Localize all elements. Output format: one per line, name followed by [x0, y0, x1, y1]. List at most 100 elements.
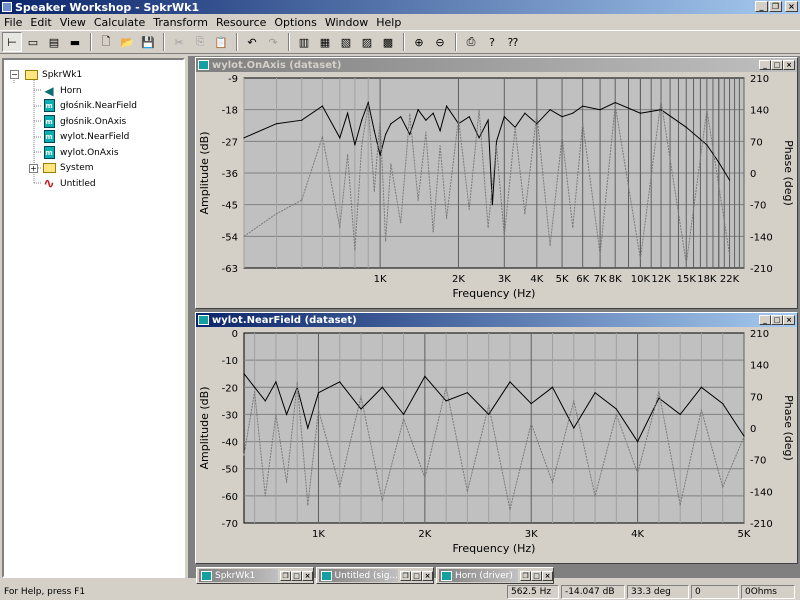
- window-restore-button[interactable]: ❐: [280, 570, 291, 581]
- tree-item-untitled[interactable]: ∿ Untitled: [42, 176, 95, 192]
- window-maximize-button[interactable]: □: [411, 570, 422, 581]
- window-close-button[interactable]: ×: [783, 315, 795, 325]
- tree-item-horn[interactable]: ◀ Horn: [42, 84, 81, 98]
- help-icon[interactable]: ?: [482, 32, 502, 52]
- menu-calculate[interactable]: Calculate: [90, 16, 149, 29]
- tree-item-wylot-onaxis[interactable]: m wylot.OnAxis: [42, 146, 119, 159]
- data-point: [409, 113, 411, 115]
- delete-icon[interactable]: ▩: [378, 32, 398, 52]
- data-point: [700, 409, 703, 411]
- menu-transform[interactable]: Transform: [149, 16, 212, 29]
- tree-item-system[interactable]: System: [42, 161, 94, 174]
- menu-edit[interactable]: Edit: [26, 16, 55, 29]
- close-button[interactable]: ×: [785, 1, 798, 12]
- data-point: [468, 116, 470, 118]
- app-title: Speaker Workshop - SpkrWk1: [15, 0, 200, 14]
- minimize-button[interactable]: _: [755, 1, 768, 12]
- status-bar: For Help, press F1 562.5 Hz -14.047 dB 3…: [0, 584, 800, 600]
- chart-window-title-bar[interactable]: wylot.OnAxis (dataset) _ □ ×: [196, 58, 797, 72]
- redo-icon[interactable]: ↷: [263, 32, 283, 52]
- cut-icon[interactable]: ✂: [169, 32, 189, 52]
- data-point: [425, 131, 427, 133]
- paste-icon[interactable]: 📋: [211, 32, 231, 52]
- save-icon[interactable]: 💾: [138, 32, 158, 52]
- new-file-icon[interactable]: 🗋: [96, 32, 116, 52]
- data-point: [524, 112, 526, 114]
- menu-view[interactable]: View: [56, 16, 90, 29]
- menu-resource[interactable]: Resource: [212, 16, 270, 29]
- window-close-button[interactable]: ×: [302, 570, 313, 581]
- folder-icon: [24, 69, 38, 80]
- data-point: [354, 144, 356, 146]
- menu-help[interactable]: Help: [372, 16, 405, 29]
- restore-button[interactable]: ❐: [769, 1, 782, 12]
- record-icon[interactable]: ▨: [357, 32, 377, 52]
- data-point: [582, 122, 584, 124]
- y-tick-label: -20: [222, 383, 238, 394]
- window-maximize-button[interactable]: □: [531, 570, 542, 581]
- minimized-window-horn[interactable]: Horn (driver) ❐ □ ×: [436, 567, 554, 584]
- x-tick-label: 7K: [594, 274, 607, 285]
- window-maximize-button[interactable]: □: [771, 315, 783, 325]
- list-view-icon[interactable]: ▤: [44, 32, 64, 52]
- tree-collapse-toggle[interactable]: −: [10, 70, 19, 79]
- chart-window-title-bar[interactable]: wylot.NearField (dataset) _ □ ×: [196, 313, 797, 327]
- window-close-button[interactable]: ×: [542, 570, 553, 581]
- data-point: [275, 413, 277, 416]
- open-document-icon[interactable]: ▥: [294, 32, 314, 52]
- window-minimize-button[interactable]: _: [759, 315, 771, 325]
- zoom-out-icon[interactable]: ⊖: [430, 32, 450, 52]
- data-point: [530, 422, 532, 425]
- details-view-icon[interactable]: ▬: [65, 32, 85, 52]
- y-tick-label: -45: [222, 201, 238, 212]
- menu-window[interactable]: Window: [321, 16, 372, 29]
- data-point: [417, 199, 419, 201]
- minimized-window-spkrwk1[interactable]: SpkrWk1 ❐ □ ×: [196, 567, 314, 584]
- chart-icon[interactable]: ▧: [336, 32, 356, 52]
- window-restore-button[interactable]: ❐: [400, 570, 411, 581]
- window-close-button[interactable]: ×: [783, 60, 795, 70]
- window-close-button[interactable]: ×: [422, 570, 433, 581]
- undo-icon[interactable]: ↶: [242, 32, 262, 52]
- small-icons-view-icon[interactable]: ▭: [23, 32, 43, 52]
- tree-item-glosnik-nearfield[interactable]: m głośnik.NearField: [42, 99, 137, 112]
- menu-file[interactable]: File: [0, 16, 26, 29]
- open-folder-icon[interactable]: 📂: [117, 32, 137, 52]
- zoom-in-icon[interactable]: ⊕: [409, 32, 429, 52]
- tree-root[interactable]: SpkrWk1: [24, 68, 82, 81]
- x-tick-label: 22K: [720, 274, 740, 285]
- tree-item-wylot-nearfield[interactable]: m wylot.NearField: [42, 130, 129, 143]
- tree-pane[interactable]: − SpkrWk1 ◀ Horn m głośnik.NearField m g…: [2, 58, 185, 578]
- data-point: [445, 386, 447, 388]
- data-point: [301, 199, 303, 201]
- data-point: [432, 112, 434, 114]
- menu-options[interactable]: Options: [270, 16, 320, 29]
- properties-icon[interactable]: ▦: [315, 32, 335, 52]
- context-help-icon[interactable]: ⁇: [503, 32, 523, 52]
- copy-icon[interactable]: ⎘: [190, 32, 210, 52]
- tree-item-glosnik-onaxis[interactable]: m głośnik.OnAxis: [42, 115, 126, 128]
- onaxis-frequency-chart[interactable]: -9 -18 -27 -36 -45 -54 -63 210 140 70 0 -70 -140 -210…: [196, 72, 797, 308]
- y2-tick-label: 140: [750, 361, 769, 372]
- window-maximize-button[interactable]: □: [291, 570, 302, 581]
- chart-window-onaxis[interactable]: wylot.OnAxis (dataset) _ □ × -9 -18 -27 -36…: [195, 57, 798, 309]
- nearfield-frequency-chart[interactable]: 0 -10 -20 -30 -40 -50 -60 -70 210 140 70 0 -70 -140 -2…: [196, 327, 797, 563]
- window-maximize-button[interactable]: □: [771, 60, 783, 70]
- toolbar-separator: [403, 33, 405, 51]
- tree-expand-toggle[interactable]: +: [29, 164, 38, 173]
- y2-tick-label: 210: [750, 329, 769, 340]
- print-icon[interactable]: ⎙: [461, 32, 481, 52]
- data-point: [685, 126, 687, 128]
- minimized-window-untitled[interactable]: Untitled (sig... ❐ □ ×: [316, 567, 434, 584]
- data-point: [285, 413, 288, 416]
- data-point: [400, 116, 402, 118]
- window-restore-button[interactable]: ❐: [520, 570, 531, 581]
- window-minimize-button[interactable]: _: [759, 60, 771, 70]
- x-tick-label: 1K: [312, 529, 325, 540]
- tree-item-label: System: [60, 162, 94, 173]
- tree-view-icon[interactable]: ⊢: [2, 32, 22, 52]
- data-point: [728, 253, 731, 256]
- chart-window-nearfield[interactable]: wylot.NearField (dataset) _ □ × 0 -10 -20 -…: [195, 312, 798, 564]
- data-point: [445, 217, 448, 219]
- data-point: [385, 240, 387, 242]
